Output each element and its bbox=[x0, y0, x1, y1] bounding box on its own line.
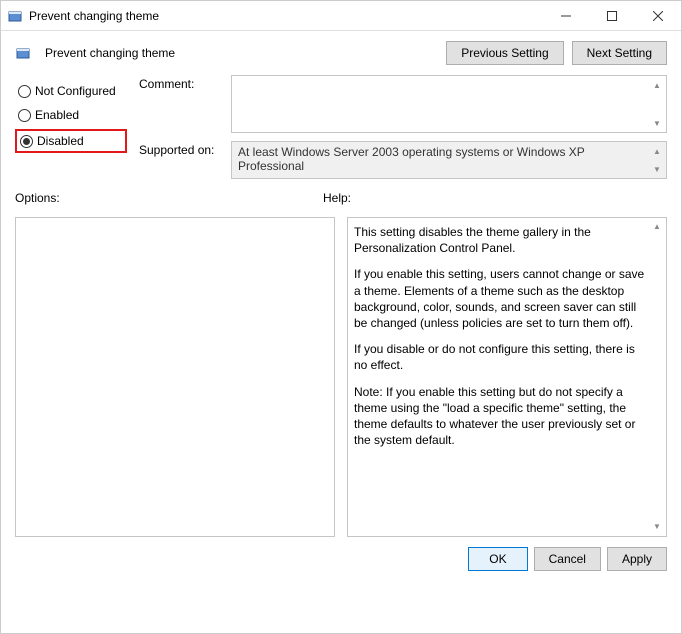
next-setting-button[interactable]: Next Setting bbox=[572, 41, 667, 65]
config-area: Not Configured Enabled Disabled Comment:… bbox=[1, 69, 681, 179]
scroll-down-icon[interactable]: ▼ bbox=[650, 116, 664, 130]
panels-labels: Options: Help: bbox=[1, 179, 681, 217]
help-text: Note: If you enable this setting but do … bbox=[354, 384, 648, 449]
comment-label: Comment: bbox=[139, 75, 225, 91]
scroll-up-icon[interactable]: ▲ bbox=[650, 144, 664, 158]
cancel-button[interactable]: Cancel bbox=[534, 547, 601, 571]
dialog-footer: OK Cancel Apply bbox=[1, 537, 681, 581]
options-panel bbox=[15, 217, 335, 537]
policy-icon bbox=[15, 45, 31, 61]
comment-row: Comment: ▲ ▼ bbox=[139, 75, 667, 133]
titlebar: Prevent changing theme bbox=[1, 1, 681, 31]
radio-label: Not Configured bbox=[35, 84, 116, 98]
supported-value: At least Windows Server 2003 operating s… bbox=[238, 145, 585, 173]
policy-title-text: Prevent changing theme bbox=[45, 46, 175, 60]
policy-icon bbox=[7, 8, 23, 24]
radio-icon bbox=[20, 135, 33, 148]
radio-icon bbox=[18, 109, 31, 122]
apply-button[interactable]: Apply bbox=[607, 547, 667, 571]
help-text: If you disable or do not configure this … bbox=[354, 341, 648, 373]
help-label: Help: bbox=[323, 191, 667, 205]
help-text: This setting disables the theme gallery … bbox=[354, 224, 648, 256]
scroll-up-icon[interactable]: ▲ bbox=[650, 78, 664, 92]
radio-label: Disabled bbox=[37, 134, 84, 148]
scroll-down-icon[interactable]: ▼ bbox=[650, 162, 664, 176]
radio-label: Enabled bbox=[35, 108, 79, 122]
previous-setting-button[interactable]: Previous Setting bbox=[446, 41, 563, 65]
radio-disabled[interactable]: Disabled bbox=[15, 129, 127, 153]
window-title: Prevent changing theme bbox=[29, 9, 543, 23]
radio-not-configured[interactable]: Not Configured bbox=[15, 81, 127, 101]
comment-input[interactable]: ▲ ▼ bbox=[231, 75, 667, 133]
supported-row: Supported on: At least Windows Server 20… bbox=[139, 141, 667, 179]
panels-row: This setting disables the theme gallery … bbox=[1, 217, 681, 537]
header-row: Prevent changing theme Previous Setting … bbox=[1, 31, 681, 69]
supported-label: Supported on: bbox=[139, 141, 225, 157]
maximize-button[interactable] bbox=[589, 1, 635, 31]
close-button[interactable] bbox=[635, 1, 681, 31]
help-panel: This setting disables the theme gallery … bbox=[347, 217, 667, 537]
radio-enabled[interactable]: Enabled bbox=[15, 105, 127, 125]
ok-button[interactable]: OK bbox=[468, 547, 527, 571]
scroll-up-icon[interactable]: ▲ bbox=[650, 220, 664, 234]
minimize-button[interactable] bbox=[543, 1, 589, 31]
policy-heading: Prevent changing theme bbox=[15, 45, 446, 61]
help-text: If you enable this setting, users cannot… bbox=[354, 266, 648, 331]
state-radio-group: Not Configured Enabled Disabled bbox=[15, 75, 127, 179]
options-label: Options: bbox=[15, 191, 311, 205]
scroll-down-icon[interactable]: ▼ bbox=[650, 520, 664, 534]
radio-icon bbox=[18, 85, 31, 98]
supported-on-box: At least Windows Server 2003 operating s… bbox=[231, 141, 667, 179]
